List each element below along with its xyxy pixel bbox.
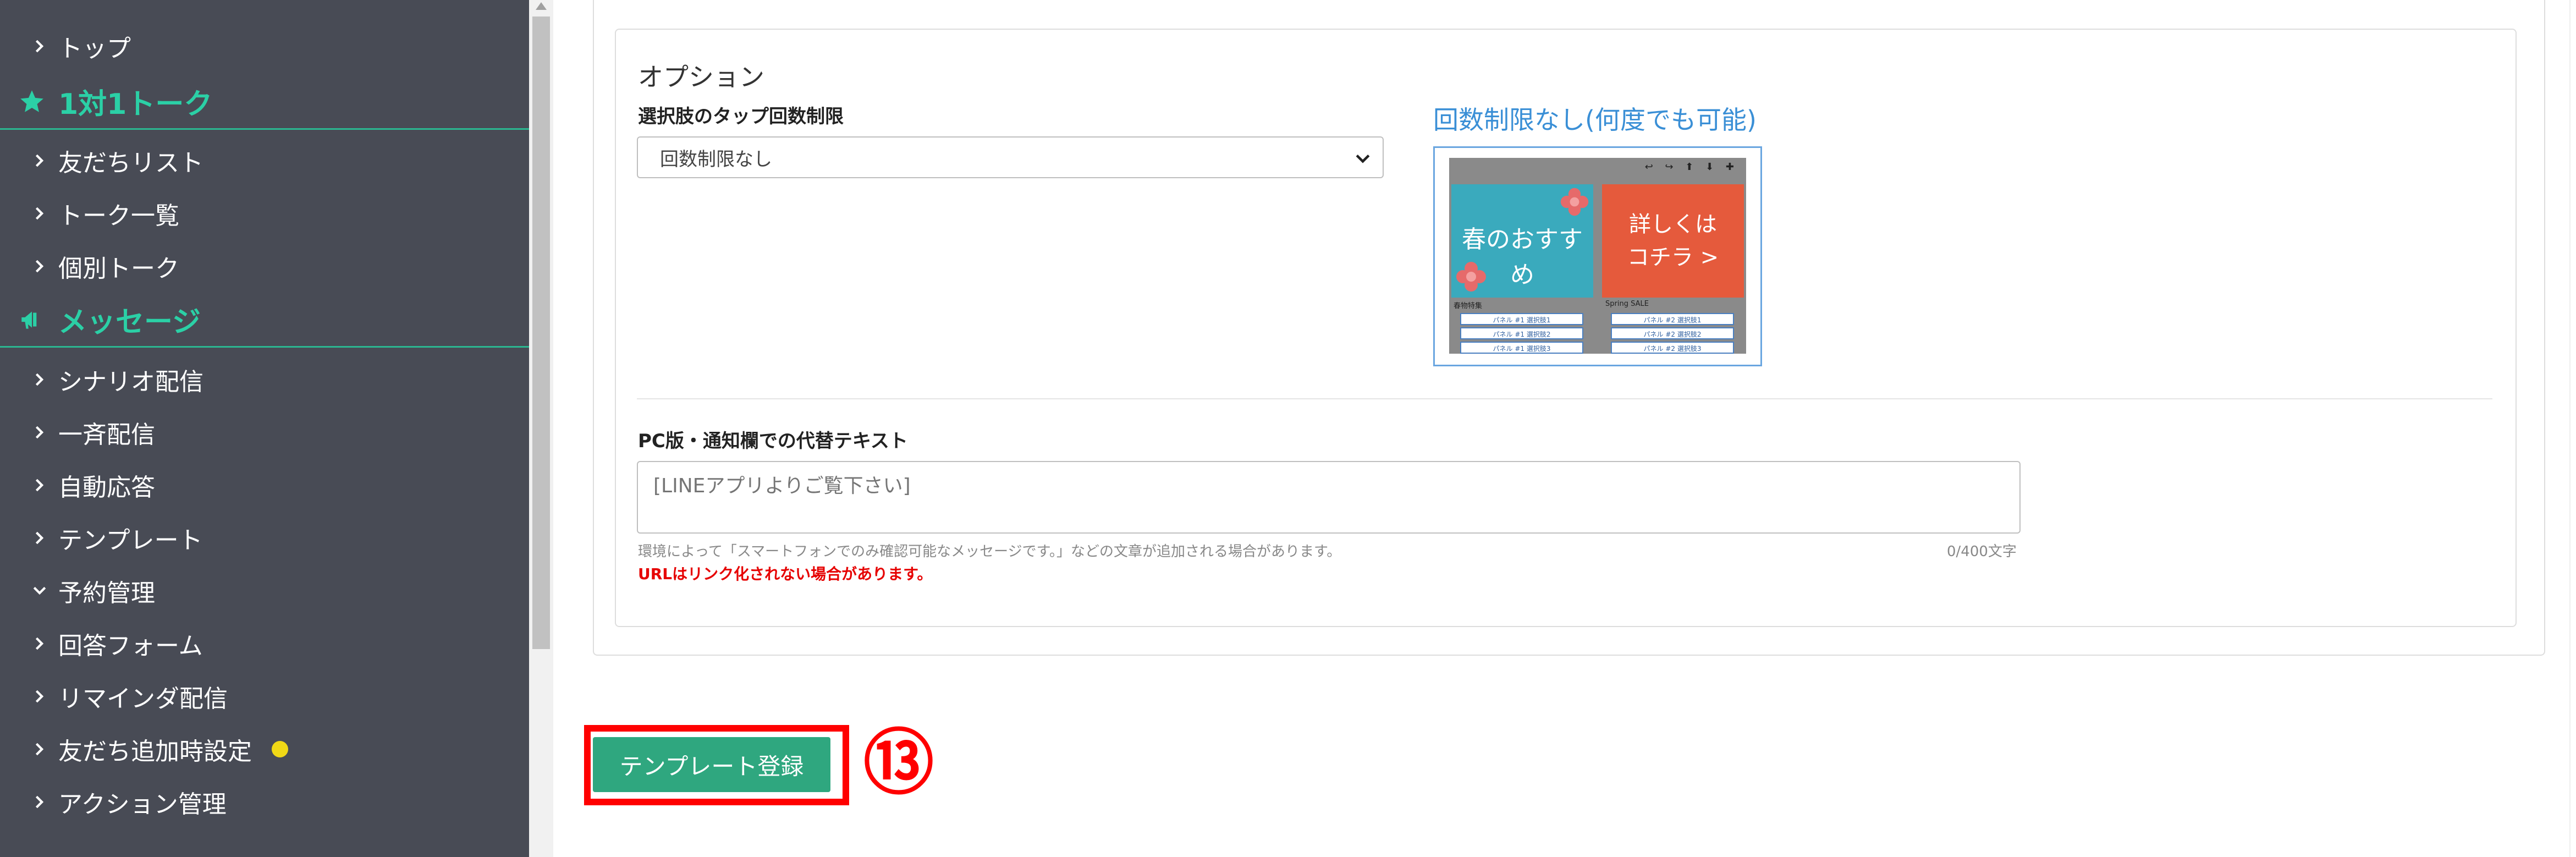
scrollbar-thumb[interactable] xyxy=(532,17,550,649)
tap-limit-label: 選択肢のタップ回数制限 xyxy=(638,106,844,128)
sidebar-item-label: トーク一覧 xyxy=(58,202,179,230)
preview-panel-2-text-2: コチラ > xyxy=(1627,245,1719,270)
sidebar-item-label: 予約管理 xyxy=(58,579,155,607)
options-card: オプション 選択肢のタップ回数制限 回数制限なし 回数制限なし(何度でも可能) … xyxy=(615,29,2517,627)
preview-caption-1: 春物特集 xyxy=(1454,302,1483,310)
chevron-right-icon xyxy=(29,421,51,443)
sidebar-item-friend-add-settings[interactable]: 友だち追加時設定 xyxy=(0,723,529,776)
chevron-right-icon xyxy=(29,35,51,57)
section-divider xyxy=(637,398,2492,399)
tap-limit-select[interactable]: 回数制限なし xyxy=(637,136,1384,178)
right-border xyxy=(2569,0,2571,857)
sidebar-item-action-management[interactable]: アクション管理 xyxy=(0,776,529,828)
preview-panel-1: 春のおすすめ xyxy=(1451,184,1593,298)
sidebar-item-label: リマインダ配信 xyxy=(58,685,228,713)
preview-choice-button: パネル #2 選択肢3 xyxy=(1611,342,1734,354)
sidebar-item-label: 友だち追加時設定 xyxy=(58,738,252,766)
main-content: オプション 選択肢のタップ回数制限 回数制限なし 回数制限なし(何度でも可能) … xyxy=(553,0,2576,857)
sidebar-item-label: 回答フォーム xyxy=(58,632,203,660)
sidebar-item-friends-list[interactable]: 友だちリスト xyxy=(0,134,529,187)
sidebar-item-label: 個別トーク xyxy=(58,255,179,283)
preview-panel-2: 詳しくは コチラ > xyxy=(1602,184,1744,298)
sidebar-item-individual-talk[interactable]: 個別トーク xyxy=(0,240,529,293)
sidebar-item-label: アクション管理 xyxy=(58,790,227,818)
sidebar-item-label: トップ xyxy=(58,35,131,63)
preview-caption-2: Spring SALE xyxy=(1605,300,1649,308)
megaphone-icon xyxy=(16,304,47,335)
sidebar-item-label: 一斉配信 xyxy=(58,421,155,449)
sidebar: トップ 1対1トーク 友だちリスト トーク一覧 個別トーク メッセージ シナリオ… xyxy=(0,0,529,857)
alt-text-help: 環境によって「スマートフォンでのみ確認可能なメッセージです。」などの文章が追加さ… xyxy=(638,543,1341,560)
chevron-right-icon xyxy=(29,791,51,813)
chevron-right-icon xyxy=(29,527,51,549)
preview-title: 回数制限なし(何度でも可能) xyxy=(1433,105,1757,135)
sidebar-item-label: 自動応答 xyxy=(58,474,155,502)
sidebar-item-auto-reply[interactable]: 自動応答 xyxy=(0,459,529,512)
sidebar-item-top[interactable]: トップ xyxy=(0,20,529,73)
chevron-right-icon xyxy=(29,738,51,760)
sidebar-section-message: メッセージ xyxy=(0,293,529,348)
sidebar-item-reservation[interactable]: 予約管理 xyxy=(0,564,529,617)
carousel-preview: ↩ ↪ ⬆ ⬇ ✚ 春のおすすめ 詳しくは コチラ > 春物特集 Spring … xyxy=(1433,146,1762,366)
sidebar-item-label: テンプレート xyxy=(58,526,203,554)
preview-phone-screen: ↩ ↪ ⬆ ⬇ ✚ 春のおすすめ 詳しくは コチラ > 春物特集 Spring … xyxy=(1449,158,1746,354)
chevron-down-icon xyxy=(29,580,51,602)
chevron-right-icon xyxy=(29,369,51,391)
template-register-button[interactable]: テンプレート登録 xyxy=(593,737,830,792)
preview-panel-2-text-1: 詳しくは xyxy=(1629,212,1717,237)
sidebar-item-template[interactable]: テンプレート xyxy=(0,512,529,564)
chevron-right-icon xyxy=(29,150,51,172)
preview-choice-button: パネル #1 選択肢2 xyxy=(1460,327,1583,339)
flower-icon xyxy=(1560,188,1589,216)
sidebar-item-label: 友だちリスト xyxy=(58,149,203,177)
flower-icon xyxy=(1456,262,1486,292)
sidebar-section-label: 1対1トーク xyxy=(58,88,213,121)
sidebar-item-answer-form[interactable]: 回答フォーム xyxy=(0,617,529,670)
sidebar-item-scenario[interactable]: シナリオ配信 xyxy=(0,353,529,406)
chevron-right-icon xyxy=(29,255,51,277)
sidebar-item-label: シナリオ配信 xyxy=(58,368,203,396)
sidebar-scrollbar[interactable] xyxy=(529,0,553,857)
alt-text-input[interactable] xyxy=(637,461,2021,534)
chevron-right-icon xyxy=(29,202,51,224)
url-warning: URLはリンク化されない場合があります。 xyxy=(638,565,933,583)
chevron-down-icon xyxy=(1353,149,1373,168)
sidebar-item-broadcast[interactable]: 一斉配信 xyxy=(0,406,529,459)
step-marker: ⑬ xyxy=(863,722,934,804)
preview-choice-button: パネル #2 選択肢1 xyxy=(1611,313,1734,325)
chevron-right-icon xyxy=(29,474,51,496)
preview-header-icons: ↩ ↪ ⬆ ⬇ ✚ xyxy=(1644,161,1738,173)
preview-choice-button: パネル #1 選択肢1 xyxy=(1460,313,1583,325)
chevron-right-icon xyxy=(29,633,51,655)
notification-dot xyxy=(272,741,288,757)
alt-text-label: PC版・通知欄での代替テキスト xyxy=(638,430,908,452)
preview-choice-button: パネル #2 選択肢2 xyxy=(1611,327,1734,339)
preview-choice-button: パネル #1 選択肢3 xyxy=(1460,342,1583,354)
sidebar-item-reminder[interactable]: リマインダ配信 xyxy=(0,670,529,723)
star-icon xyxy=(16,86,47,117)
scroll-up-icon[interactable] xyxy=(536,2,547,10)
sidebar-section-label: メッセージ xyxy=(58,306,201,339)
character-counter: 0/400文字 xyxy=(1947,543,2017,560)
sidebar-section-talk: 1対1トーク xyxy=(0,75,529,130)
tap-limit-value: 回数制限なし xyxy=(660,148,772,171)
options-heading: オプション xyxy=(638,62,764,92)
sidebar-item-talk-list[interactable]: トーク一覧 xyxy=(0,187,529,240)
chevron-right-icon xyxy=(29,685,51,707)
